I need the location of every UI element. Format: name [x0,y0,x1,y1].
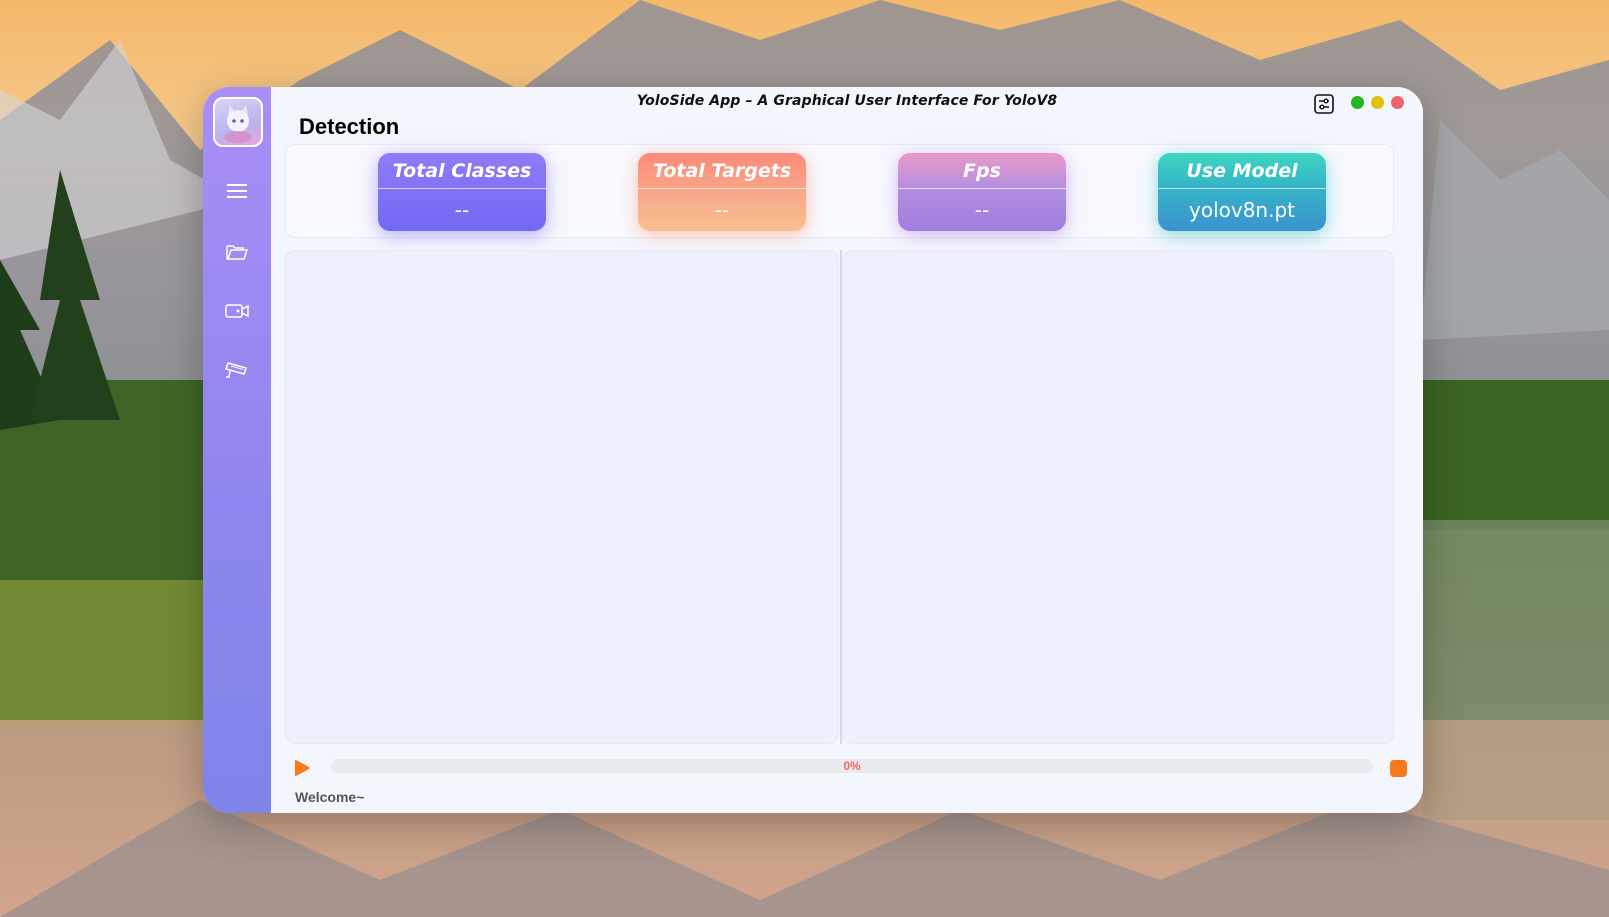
minimize-button[interactable] [1351,96,1364,109]
stats-panel: Total Classes -- Total Targets -- Fps --… [285,144,1394,238]
status-message: Welcome~ [295,789,365,805]
rtsp-stream-button[interactable] [221,356,253,384]
app-logo [213,97,263,147]
progress-bar: 0% [331,759,1373,773]
close-button[interactable] [1391,96,1404,109]
app-window: YoloSide App – A Graphical User Interfac… [203,87,1423,813]
page-title: Detection [299,114,400,139]
main-panel: YoloSide App – A Graphical User Interfac… [271,87,1423,813]
menu-button[interactable] [221,177,253,205]
use-model-value: yolov8n.pt [1189,198,1295,222]
stop-button[interactable] [1390,760,1407,777]
original-image-pane [285,250,839,744]
play-icon [295,759,310,777]
result-image-pane [842,250,1394,744]
camera-icon [225,304,249,318]
fps-card: Fps -- [898,153,1066,231]
cctv-icon [225,362,247,378]
maximize-button[interactable] [1371,96,1384,109]
play-button[interactable] [293,759,311,777]
fps-value: -- [974,198,990,222]
use-model-card: Use Model yolov8n.pt [1158,153,1326,231]
folder-icon [226,245,248,260]
total-targets-value: -- [714,198,730,222]
use-model-label: Use Model [1158,153,1326,189]
camera-button[interactable] [221,297,253,325]
settings-sliders-icon [1314,94,1334,114]
sidebar [203,87,271,813]
progress-text: 0% [843,759,861,773]
window-title: YoloSide App – A Graphical User Interfac… [636,93,1058,109]
total-targets-card: Total Targets -- [638,153,806,231]
fps-label: Fps [898,153,1066,189]
total-classes-label: Total Classes [378,153,546,189]
total-classes-card: Total Classes -- [378,153,546,231]
total-targets-label: Total Targets [638,153,806,189]
open-file-button[interactable] [221,238,253,266]
total-classes-value: -- [454,198,470,222]
menu-icon [227,184,247,198]
settings-button[interactable] [1313,93,1335,115]
